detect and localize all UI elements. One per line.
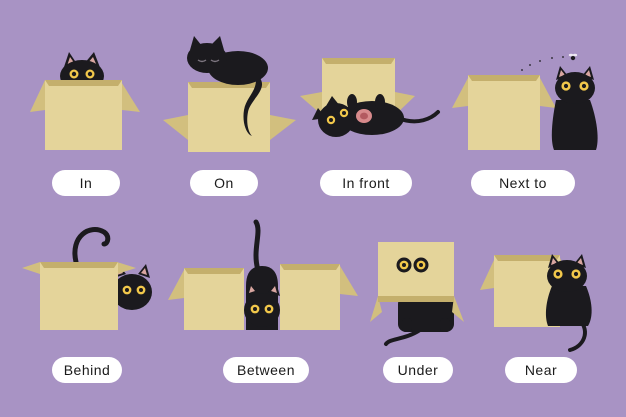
label-on: On (190, 170, 258, 196)
label-in-front: In front (320, 170, 412, 196)
illustration-canvas: .bx{fill:#e4d49a;} .bxs{fill:#d2bf7e;} .… (22, 36, 598, 352)
label-under: Under (383, 357, 453, 383)
label-in: In (52, 170, 120, 196)
scene-in (30, 52, 140, 150)
label-between: Between (223, 357, 309, 383)
scene-near (480, 254, 592, 352)
scene-in-front (300, 58, 440, 137)
box-open (452, 75, 556, 150)
box-left (168, 268, 244, 330)
label-behind: Behind (52, 357, 122, 383)
fly-icon (521, 53, 578, 71)
prepositions-illustration: .bx{fill:#e4d49a;} .bxs{fill:#d2bf7e;} .… (0, 0, 626, 417)
cat-under-box (384, 296, 454, 346)
box-right (280, 264, 358, 330)
cat-sitting-next-to-box (551, 66, 598, 150)
box-open (30, 80, 140, 150)
cat-sitting-near-box (545, 254, 592, 352)
scene-on (163, 36, 296, 152)
box-open (163, 82, 296, 152)
scene-under (370, 242, 464, 346)
scene-behind (22, 227, 152, 330)
cat-between-boxes (244, 219, 280, 330)
scene-between (168, 219, 358, 330)
label-next-to: Next to (471, 170, 575, 196)
scene-next-to (452, 53, 598, 150)
label-near: Near (505, 357, 577, 383)
